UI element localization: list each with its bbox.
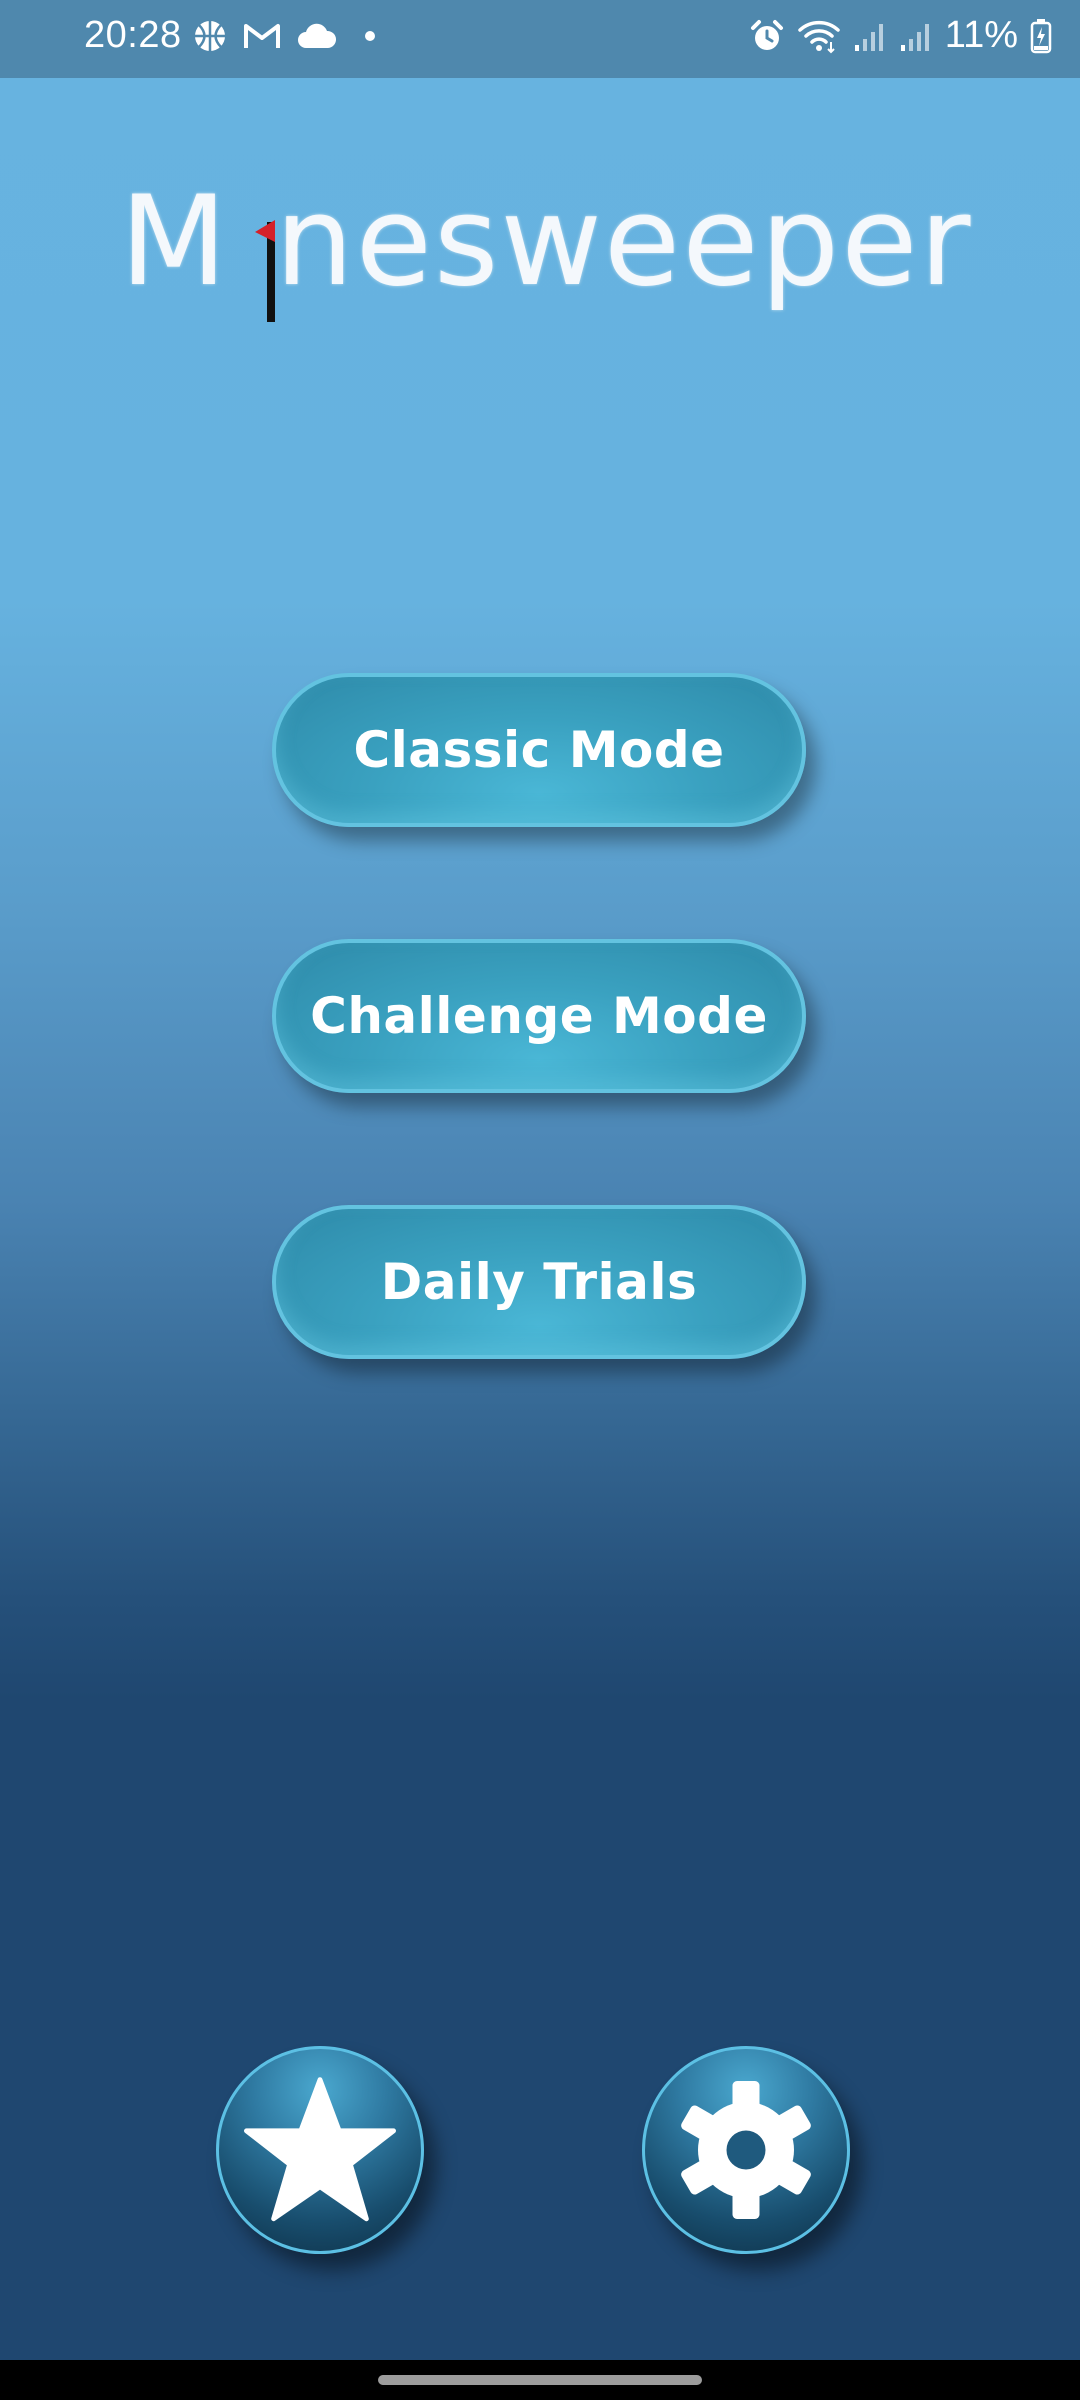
main-menu-screen: 20:28 11% M nesweeper Classic Mode Chall… [0, 0, 1080, 2400]
signal-icon [900, 23, 929, 51]
logo-letter-m: M [120, 170, 229, 314]
status-bar: 20:28 11% [0, 0, 1080, 78]
challenge-mode-label: Challenge Mode [310, 987, 768, 1045]
dot-icon [365, 31, 375, 41]
status-time: 20:28 [84, 14, 182, 56]
daily-trials-button[interactable]: Daily Trials [272, 1205, 806, 1359]
cloud-icon [298, 23, 336, 48]
basketball-icon [195, 21, 225, 51]
logo-text: Mnesweeper [120, 180, 972, 304]
gear-icon [681, 2081, 811, 2219]
challenge-mode-button[interactable]: Challenge Mode [272, 939, 806, 1093]
star-icon [244, 2077, 396, 2222]
notification-icons [192, 18, 380, 54]
daily-trials-label: Daily Trials [380, 1253, 698, 1311]
classic-mode-label: Classic Mode [353, 721, 725, 779]
alarm-icon [750, 19, 783, 50]
favorites-button[interactable] [216, 2046, 424, 2254]
battery-percentage: 11% [944, 14, 1018, 56]
settings-button[interactable] [642, 2046, 850, 2254]
home-gesture-handle[interactable] [378, 2375, 702, 2385]
signal-icon [854, 23, 883, 51]
flag-icon [255, 220, 275, 322]
gmail-icon [244, 24, 280, 48]
classic-mode-button[interactable]: Classic Mode [272, 673, 806, 827]
wifi-icon [798, 20, 840, 53]
logo-text-rest: nesweeper [275, 170, 973, 314]
navigation-bar [0, 2360, 1080, 2400]
battery-charging-icon [1030, 18, 1052, 53]
system-status-icons: 11% [749, 14, 1052, 57]
app-logo: Mnesweeper [120, 180, 980, 370]
